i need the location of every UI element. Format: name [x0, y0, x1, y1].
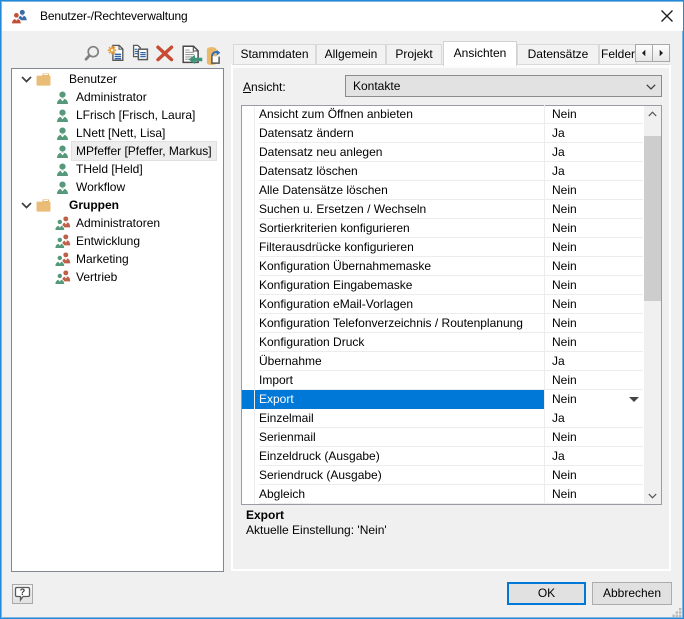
svg-text:?: ?: [20, 587, 26, 597]
